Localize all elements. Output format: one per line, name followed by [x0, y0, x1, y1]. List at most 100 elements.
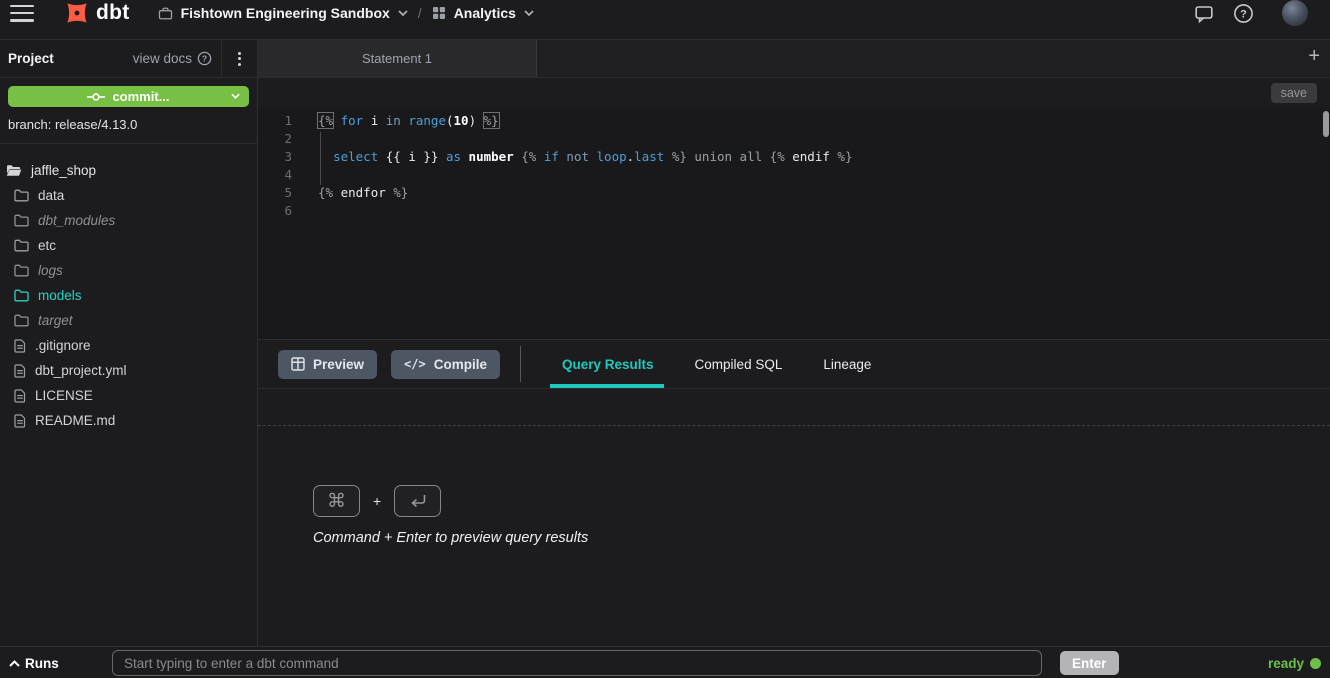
file-icon: [14, 389, 26, 403]
dbt-command-input[interactable]: [112, 650, 1042, 676]
chevron-down-icon: [398, 10, 408, 16]
line-number: 5: [258, 184, 292, 202]
toolbar-divider: [520, 346, 521, 382]
status-indicator: ready: [1268, 647, 1321, 678]
file-tree: jaffle_shopdata dbt_modulesetc logs models t…: [0, 144, 257, 433]
tree-item-models[interactable]: models: [0, 283, 257, 308]
tab-compiled-sql[interactable]: Compiled SQL: [695, 340, 783, 388]
editor-toolbar: save: [258, 78, 1330, 108]
view-docs-link[interactable]: view docs ?: [133, 51, 221, 66]
code-text: [292, 166, 318, 184]
result-tabs: Query Results Compiled SQL Lineage: [562, 340, 912, 388]
svg-text:?: ?: [1240, 8, 1247, 20]
dbt-logo: dbt: [62, 0, 130, 28]
tree-item-readme-md[interactable]: README.md: [0, 408, 257, 433]
project-name: Analytics: [454, 5, 516, 21]
tree-item-dbt-project-yml[interactable]: dbt_project.yml: [0, 358, 257, 383]
tree-item-target[interactable]: target: [0, 308, 257, 333]
sidebar-header: Project view docs ?: [0, 40, 257, 78]
commit-area: commit...: [0, 78, 257, 115]
preview-button[interactable]: Preview: [278, 350, 377, 379]
chevron-up-icon: [9, 660, 20, 667]
help-icon[interactable]: ?: [1233, 3, 1254, 24]
save-button[interactable]: save: [1271, 83, 1317, 103]
preview-hint: Command + Enter to preview query results: [313, 530, 1330, 546]
dbt-logo-icon: [62, 0, 92, 28]
code-line-2[interactable]: 2: [258, 130, 1330, 148]
folder-icon: [14, 314, 29, 327]
folder-icon: [14, 289, 29, 302]
code-line-5[interactable]: 5{% endfor %}: [258, 184, 1330, 202]
tab-statement-1[interactable]: Statement 1: [258, 40, 537, 77]
folder-icon: [14, 239, 29, 252]
command-key-icon: ⌘: [313, 485, 360, 517]
file-icon: [14, 339, 26, 353]
tree-item-label: dbt_project.yml: [35, 363, 127, 378]
tree-item-logs[interactable]: logs: [0, 258, 257, 283]
tree-item-label: models: [38, 288, 82, 303]
avatar[interactable]: [1282, 0, 1308, 26]
tree-item--gitignore[interactable]: .gitignore: [0, 333, 257, 358]
new-tab-button[interactable]: +: [1308, 46, 1320, 66]
code-text: {% endfor %}: [292, 184, 408, 202]
table-icon: [291, 357, 305, 371]
code-line-6[interactable]: 6: [258, 202, 1330, 220]
hamburger-menu-icon[interactable]: [10, 5, 34, 22]
editor-tabbar: Statement 1 +: [258, 40, 1330, 78]
file-icon: [14, 414, 26, 428]
code-editor[interactable]: 1{% for i in range(10) %}23 select {{ i …: [258, 108, 1330, 340]
tab-query-results[interactable]: Query Results: [562, 340, 654, 388]
compile-button[interactable]: </> Compile: [391, 350, 500, 379]
file-icon: [14, 364, 26, 378]
folder-icon: [14, 264, 29, 277]
tab-lineage[interactable]: Lineage: [823, 340, 871, 388]
breadcrumb-separator: /: [418, 5, 422, 21]
bottom-bar: Runs Enter ready: [0, 646, 1330, 678]
tree-item-license[interactable]: LICENSE: [0, 383, 257, 408]
dbt-cloud-ide: dbt Fishtown Engineering Sandbox / Analy…: [0, 0, 1330, 678]
topbar-right: ?: [1194, 0, 1316, 26]
code-line-3[interactable]: 3 select {{ i }} as number {% if not loo…: [258, 148, 1330, 166]
project-switcher[interactable]: Analytics: [432, 5, 534, 21]
tree-item-label: jaffle_shop: [31, 163, 96, 178]
code-line-4[interactable]: 4: [258, 166, 1330, 184]
tree-item-dbt-modules[interactable]: dbt_modules: [0, 208, 257, 233]
project-panel-title: Project: [8, 51, 54, 66]
folder-icon: [14, 214, 29, 227]
commit-button[interactable]: commit...: [8, 86, 249, 107]
kebab-icon: [238, 52, 241, 66]
status-text: ready: [1268, 656, 1304, 671]
account-name: Fishtown Engineering Sandbox: [181, 5, 390, 21]
tree-item-data[interactable]: data: [0, 183, 257, 208]
tree-item-label: dbt_modules: [38, 213, 115, 228]
sidebar: Project view docs ? commit... branch:: [0, 40, 258, 646]
code-text: [292, 202, 318, 220]
svg-text:?: ?: [202, 53, 207, 63]
sidebar-menu-button[interactable]: [221, 40, 257, 77]
results-toolbar: Preview </> Compile Query Results Compile…: [258, 340, 1330, 389]
runs-toggle[interactable]: Runs: [9, 647, 59, 678]
keys-plus: +: [373, 493, 381, 509]
line-number: 1: [258, 112, 292, 130]
enter-button[interactable]: Enter: [1060, 651, 1119, 675]
code-icon: </>: [404, 357, 426, 371]
branch-label: branch: release/4.13.0: [0, 115, 257, 144]
tree-item-etc[interactable]: etc: [0, 233, 257, 258]
account-switcher[interactable]: Fishtown Engineering Sandbox: [158, 5, 408, 21]
chat-icon[interactable]: [1194, 4, 1214, 23]
tree-item-label: logs: [38, 263, 63, 278]
chevron-down-icon: [231, 93, 240, 99]
code-text: {% for i in range(10) %}: [292, 112, 499, 130]
status-dot-icon: [1310, 658, 1321, 669]
tree-item-label: README.md: [35, 413, 115, 428]
code-text: [292, 130, 318, 148]
return-key-icon: [394, 485, 441, 517]
chevron-down-icon: [524, 10, 534, 16]
main-pane: Statement 1 + save 1{% for i in range(10…: [258, 40, 1330, 646]
editor-scrollbar[interactable]: [1323, 111, 1329, 137]
tree-item-label: etc: [38, 238, 56, 253]
line-number: 6: [258, 202, 292, 220]
indent-guide: [320, 132, 321, 185]
code-line-1[interactable]: 1{% for i in range(10) %}: [258, 112, 1330, 130]
tree-item-jaffle-shop[interactable]: jaffle_shop: [0, 158, 257, 183]
